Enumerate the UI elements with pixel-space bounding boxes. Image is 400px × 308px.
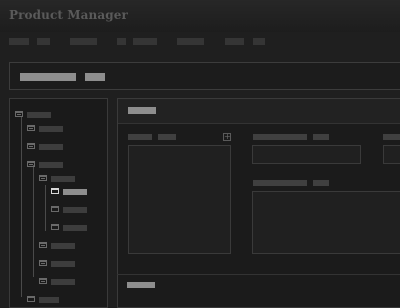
side-field-label — [383, 134, 400, 140]
folder-icon — [51, 224, 59, 230]
tree-node-13[interactable] — [27, 295, 97, 305]
folder-icon — [51, 188, 59, 194]
tree-node-5[interactable] — [39, 174, 101, 184]
plus-icon[interactable] — [27, 143, 35, 149]
tree-node-1[interactable] — [15, 110, 95, 120]
tree-node-6[interactable] — [51, 205, 101, 215]
tree-node-label — [39, 162, 63, 168]
tree-line-child — [33, 165, 34, 277]
tree-node-label — [63, 189, 87, 195]
minus-icon[interactable] — [27, 161, 35, 167]
menu-item-2[interactable] — [37, 38, 50, 45]
header-label — [128, 107, 156, 114]
detail-header — [118, 99, 400, 124]
plus-icon[interactable] — [39, 242, 47, 248]
folder-icon — [51, 206, 59, 212]
tree-node-label — [51, 279, 75, 285]
menu-item-8[interactable] — [253, 38, 265, 45]
left-list-box[interactable] — [128, 145, 231, 254]
menu-bar — [0, 32, 400, 52]
search-bar[interactable] — [9, 62, 400, 90]
plus-icon[interactable] — [27, 125, 35, 131]
left-field-label — [128, 134, 152, 140]
side-input[interactable] — [383, 145, 400, 164]
add-button[interactable]: + — [223, 133, 231, 141]
tree-node-label — [51, 243, 75, 249]
tree-node-label — [27, 112, 51, 118]
footer-label — [127, 282, 155, 288]
name-field-label — [253, 134, 307, 140]
tree-node-label — [39, 297, 59, 303]
plus-icon[interactable] — [39, 260, 47, 266]
search-label — [20, 73, 76, 81]
tree-node-label — [63, 225, 87, 231]
plus-icon[interactable] — [39, 278, 47, 284]
menu-item-5[interactable] — [133, 38, 157, 45]
tree-panel — [9, 98, 108, 308]
menu-item-4[interactable] — [117, 38, 126, 45]
folder-icon — [27, 296, 35, 302]
tree-node-label — [51, 176, 75, 182]
title-bar: Product Manager — [0, 0, 400, 32]
name-field-sublabel — [313, 134, 329, 140]
plus-icon[interactable] — [39, 175, 47, 181]
minus-icon[interactable] — [15, 111, 23, 117]
menu-item-6[interactable] — [177, 38, 204, 45]
tree-node-label — [39, 126, 63, 132]
tree-node-10[interactable] — [39, 241, 101, 251]
description-label — [253, 180, 307, 186]
menu-item-1[interactable] — [9, 38, 29, 45]
tree-node-8[interactable] — [51, 223, 101, 233]
description-sublabel — [313, 180, 329, 186]
tree-node-4[interactable] — [27, 160, 97, 170]
tree-node-7[interactable] — [51, 187, 101, 197]
name-input[interactable] — [252, 145, 361, 164]
tree-line-grandchild — [45, 185, 46, 231]
tree-node-label — [39, 144, 63, 150]
search-value[interactable] — [85, 73, 105, 81]
tree-line-main — [21, 117, 22, 297]
app-title: Product Manager — [9, 8, 128, 22]
tree-node-12[interactable] — [39, 277, 101, 287]
tree-node-11[interactable] — [39, 259, 101, 269]
left-field-sublabel — [158, 134, 176, 140]
tree-node-3[interactable] — [27, 142, 97, 152]
menu-item-3[interactable] — [70, 38, 97, 45]
tree-node-2[interactable] — [27, 124, 97, 134]
tree-node-label — [63, 207, 87, 213]
description-textarea[interactable] — [252, 191, 400, 254]
menu-item-7[interactable] — [225, 38, 244, 45]
footer-bar — [117, 274, 400, 293]
tree-node-label — [51, 261, 75, 267]
